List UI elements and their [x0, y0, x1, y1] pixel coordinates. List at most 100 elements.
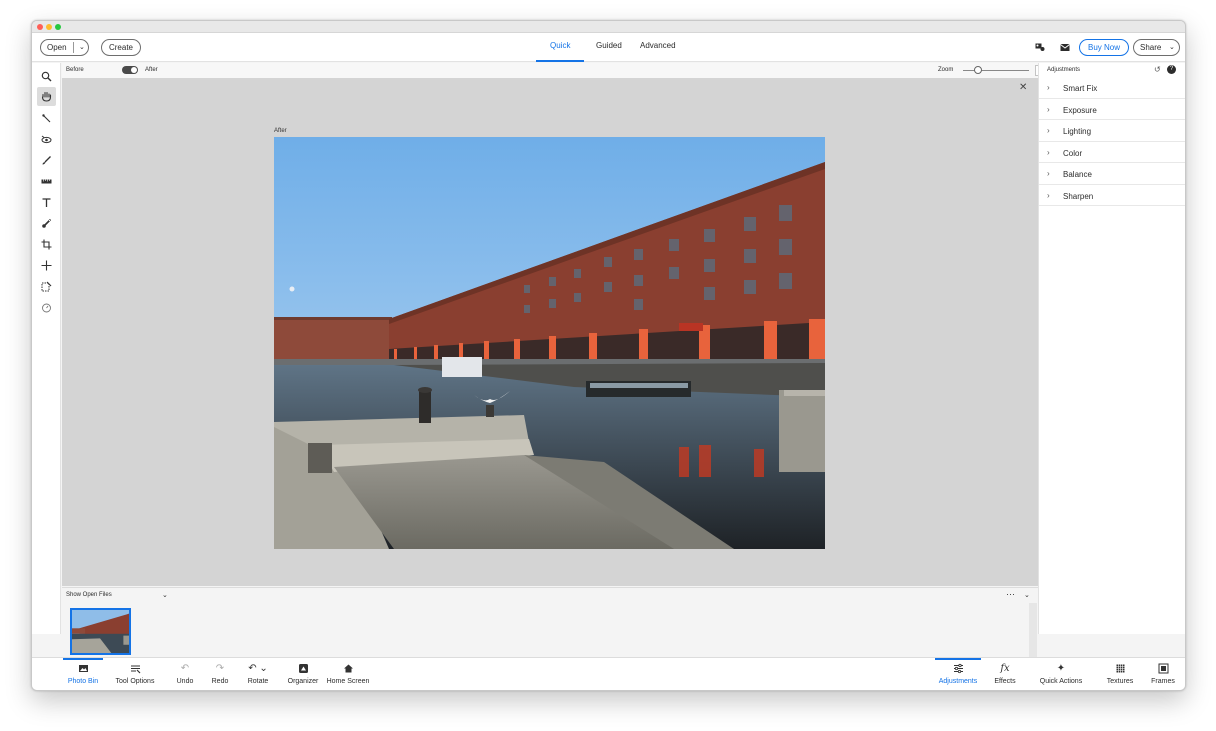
after-label: After [145, 67, 158, 73]
help-icon[interactable]: ? [1167, 65, 1176, 74]
adjustment-exposure[interactable]: › Exposure [1039, 99, 1185, 120]
chevron-down-icon: ⌄ [1169, 44, 1175, 51]
edited-photo [274, 137, 825, 549]
object-removal-tool[interactable] [37, 277, 56, 296]
adjustment-label: Lighting [1063, 127, 1092, 136]
share-button[interactable]: Share ⌄ [1133, 39, 1180, 56]
move-tool[interactable] [37, 256, 56, 275]
tools-panel [32, 63, 61, 634]
bin-scrollbar[interactable] [1029, 603, 1037, 658]
tab-quick[interactable]: Quick [550, 41, 570, 50]
adjustment-color[interactable]: › Color [1039, 142, 1185, 163]
chevron-down-icon[interactable]: ⌄ [1024, 591, 1030, 599]
top-bar: Open ⌄ Create Quick Guided Advanced Buy … [32, 33, 1185, 62]
eye-icon [41, 135, 52, 144]
tab-advanced[interactable]: Advanced [640, 41, 676, 50]
quick-actions-label: Quick Actions [1039, 678, 1083, 685]
organizer-icon [298, 663, 308, 673]
adjustment-label: Balance [1063, 170, 1092, 179]
chevron-right-icon: › [1047, 190, 1050, 200]
frames-icon [1158, 663, 1168, 673]
quick-selection-tool[interactable] [37, 109, 56, 128]
type-icon [42, 198, 51, 207]
chevron-right-icon: › [1047, 83, 1050, 92]
rotate-button[interactable]: ↶ ⌄ Rotate [243, 658, 273, 690]
type-tool[interactable] [37, 193, 56, 212]
bottom-taskbar: Photo Bin Tool Options ↶ Undo ↷ Redo ↶ ⌄… [32, 657, 1185, 690]
organizer-button[interactable]: Organizer [286, 658, 320, 690]
adjustment-balance[interactable]: › Balance [1039, 163, 1185, 185]
textures-button[interactable]: Textures [1103, 658, 1137, 690]
maximize-window-button[interactable] [55, 24, 61, 30]
chevron-right-icon: › [1047, 169, 1050, 178]
view-label: After [274, 128, 287, 134]
redo-button[interactable]: ↷ Redo [207, 658, 233, 690]
organizer-label: Organizer [287, 678, 319, 685]
quick-actions-button[interactable]: ✦ Quick Actions [1036, 658, 1086, 690]
sketch-tool[interactable] [37, 298, 56, 317]
home-screen-button[interactable]: Home Screen [326, 658, 370, 690]
frames-label: Frames [1151, 678, 1175, 685]
adjustment-label: Exposure [1063, 105, 1097, 115]
share-label: Share [1140, 43, 1162, 52]
close-image-icon[interactable]: ✕ [1019, 82, 1027, 93]
adjustment-lighting[interactable]: › Lighting [1039, 120, 1185, 142]
quick-actions-icon: ✦ [1056, 662, 1066, 674]
adjustments-panel: Adjustments ↺ ? › Smart Fix › Exposure › Li… [1038, 63, 1185, 634]
ruler-icon [41, 179, 52, 184]
before-after-toggle[interactable] [122, 66, 138, 74]
chevron-right-icon: › [1047, 104, 1050, 114]
move-icon [41, 260, 52, 271]
adjustment-smart-fix[interactable]: › Smart Fix [1039, 77, 1185, 99]
thumbnail-image [72, 610, 129, 653]
adjustment-label: Color [1063, 148, 1083, 158]
adjustment-sharpen[interactable]: › Sharpen [1039, 185, 1185, 206]
app-window: Open ⌄ Create Quick Guided Advanced Buy … [31, 20, 1186, 691]
effects-button[interactable]: fx Effects [990, 658, 1020, 690]
more-options-icon[interactable]: ··· [1006, 589, 1015, 599]
title-bar [32, 21, 1185, 33]
straighten-tool[interactable] [37, 172, 56, 191]
create-button[interactable]: Create [101, 39, 141, 56]
messages-icon[interactable] [1060, 43, 1070, 52]
zoom-icon [41, 71, 52, 82]
healing-brush-icon [42, 218, 52, 228]
tool-options-button[interactable]: Tool Options [112, 658, 158, 690]
image-canvas[interactable]: ✕ After [62, 78, 1038, 586]
reset-icon[interactable]: ↺ [1154, 65, 1161, 74]
adjustments-button[interactable]: Adjustments [935, 658, 981, 690]
whiten-teeth-tool[interactable] [37, 151, 56, 170]
minimize-window-button[interactable] [46, 24, 52, 30]
close-window-button[interactable] [37, 24, 43, 30]
photo-bin-button[interactable]: Photo Bin [63, 658, 103, 690]
redo-label: Redo [211, 678, 229, 685]
active-indicator [63, 658, 103, 660]
open-divider [73, 42, 74, 53]
brush-icon [42, 156, 51, 165]
adjustment-label: Sharpen [1063, 191, 1094, 201]
undo-button[interactable]: ↶ Undo [172, 658, 198, 690]
crop-icon [41, 239, 52, 250]
frames-button[interactable]: Frames [1148, 658, 1178, 690]
red-eye-tool[interactable] [37, 130, 56, 149]
tab-guided[interactable]: Guided [596, 41, 622, 50]
adjustments-label: Adjustments [938, 678, 978, 685]
undo-label: Undo [176, 678, 194, 685]
zoom-slider-handle[interactable] [974, 66, 982, 74]
rotate-label: Rotate [247, 678, 269, 685]
tool-options-label: Tool Options [115, 678, 155, 685]
zoom-tool[interactable] [37, 67, 56, 86]
hand-tool[interactable] [37, 87, 56, 106]
active-indicator [935, 658, 981, 660]
zoom-slider-track[interactable] [963, 70, 1029, 71]
buy-now-button[interactable]: Buy Now [1079, 39, 1129, 56]
open-file-thumbnail[interactable] [70, 608, 131, 655]
zoom-label: Zoom [938, 67, 954, 73]
panel-title: Adjustments [1047, 67, 1081, 73]
open-button[interactable]: Open ⌄ [40, 39, 89, 56]
chevron-down-icon[interactable]: ⌄ [79, 40, 85, 55]
crop-tool[interactable] [37, 235, 56, 254]
chevron-down-icon[interactable]: ⌄ [162, 591, 168, 599]
feedback-icon[interactable] [1035, 43, 1045, 52]
spot-healing-tool[interactable] [37, 214, 56, 233]
